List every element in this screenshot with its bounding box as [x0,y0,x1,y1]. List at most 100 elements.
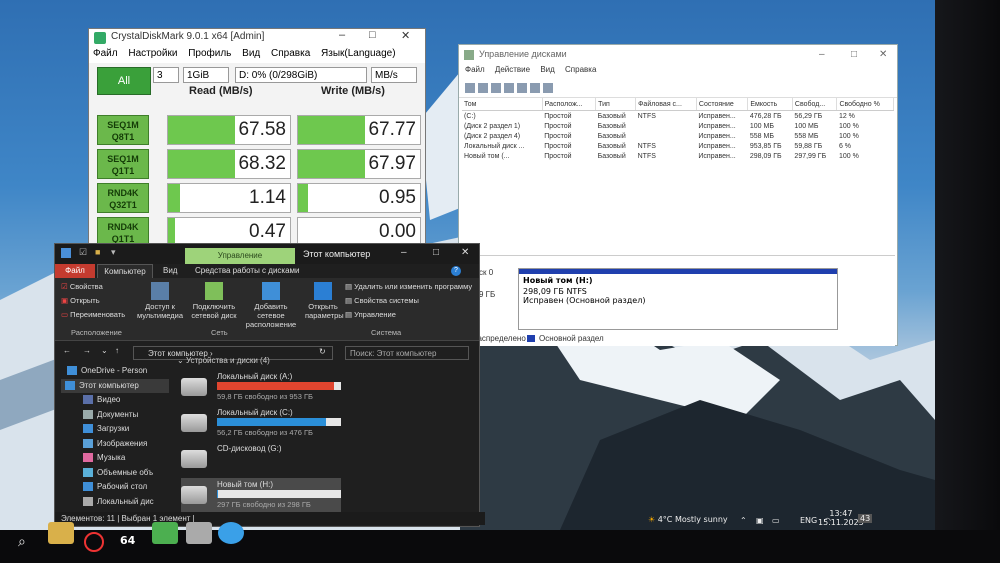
open-button[interactable]: ▣ Открыть [61,296,100,305]
unit-select[interactable]: MB/s [371,67,417,83]
nav-item[interactable]: Видео [61,393,169,408]
column-header[interactable]: Емкость [747,98,793,111]
manage-context-tab[interactable]: Управление [185,248,295,264]
nav-item[interactable]: Загрузки [61,422,169,437]
close-icon[interactable]: ✕ [461,247,469,258]
dm-menu-help[interactable]: Справка [565,65,596,74]
nav-item[interactable]: Музыка [61,451,169,466]
cdm-menu-view[interactable]: Вид [242,48,260,59]
column-header[interactable]: Том [462,98,543,111]
nav-item[interactable]: Документы [61,408,169,423]
cdm-menu-help[interactable]: Справка [271,48,310,59]
crystaldiskmark-taskbar-icon[interactable] [152,522,178,544]
notification-badge[interactable]: 43 [858,514,873,523]
recent-icon[interactable]: ⌄ [101,346,108,355]
back-icon[interactable] [465,83,475,93]
table-row[interactable]: (Диск 2 раздел 4) Простой Базовый Исправен.… [462,131,894,141]
disk-management-taskbar-icon[interactable] [186,522,212,544]
count-select[interactable]: 3 [153,67,179,83]
refresh-icon[interactable] [530,83,540,93]
nav-item[interactable]: Локальный дис [61,495,169,510]
up-icon[interactable]: ↑ [115,346,119,355]
clock[interactable]: 13:47 15.11.2025 [818,509,864,527]
maximize-icon[interactable]: □ [851,49,857,60]
table-row[interactable]: (Диск 2 раздел 1) Простой Базовый Исправен.… [462,121,894,131]
explorer-taskbar-icon[interactable] [48,522,74,544]
minimize-icon[interactable]: – [401,247,407,258]
map-drive-button[interactable]: Подключить сетевой диск [189,282,239,320]
system-properties-button[interactable]: ▤ Свойства системы [345,296,419,305]
properties-button[interactable]: ☑ Свойства [61,282,103,291]
nav-item[interactable]: OneDrive - Person [61,364,169,379]
drive-item[interactable]: Локальный диск (C:) 56,2 ГБ свободно из 4… [181,406,341,440]
dm-menu-view[interactable]: Вид [540,65,554,74]
forward-icon[interactable] [478,83,488,93]
chevron-up-icon[interactable]: ⌃ [740,516,747,525]
minimize-icon[interactable]: – [339,29,345,41]
close-icon[interactable]: ✕ [879,49,887,60]
maximize-icon[interactable]: □ [433,247,439,258]
table-row[interactable]: Локальный диск ... Простой Базовый NTFS Испр… [462,141,894,151]
add-location-button[interactable]: Добавить сетевое расположение [241,282,301,329]
column-header[interactable]: Файловая с... [635,98,697,111]
close-icon[interactable]: ✕ [401,29,410,42]
tray-app-icon[interactable]: ▣ [756,516,764,525]
weather[interactable]: ☀ 4°C Mostly sunny [648,515,728,524]
input-language[interactable]: ENG [800,516,817,525]
section-header[interactable]: ⌄ Устройства и диски (4) [177,356,270,365]
app-taskbar-icon[interactable] [218,522,244,544]
help-icon[interactable]: ? [451,266,461,276]
column-header[interactable]: Располож... [542,98,597,111]
test-button[interactable]: SEQ1M Q1T1 [97,149,149,179]
tab-computer[interactable]: Компьютер [97,264,153,279]
cpu-z-icon[interactable]: 64 [120,534,135,547]
drive-item[interactable]: CD-дисковод (G:) [181,442,341,476]
column-header[interactable]: Тип [595,98,637,111]
test-button[interactable]: SEQ1M Q8T1 [97,115,149,145]
opera-icon[interactable] [84,532,104,552]
drive-item[interactable]: Новый том (H:) 297 ГБ свободно из 298 ГБ [181,478,341,512]
minimize-icon[interactable]: – [819,49,825,60]
qat-folder-icon[interactable]: ■ [95,247,100,257]
test-button[interactable]: RND4K Q32T1 [97,183,149,213]
qat-properties-icon[interactable]: ☑ [79,247,87,258]
drive-item[interactable]: Локальный диск (A:) 59,8 ГБ свободно из 9… [181,370,341,404]
table-row[interactable]: Новый том (... Простой Базовый NTFS Исправен… [462,151,894,161]
maximize-icon[interactable]: □ [369,29,376,41]
open-settings-button[interactable]: Открыть параметры [305,282,344,320]
table-row[interactable]: (C:) Простой Базовый NTFS Исправен... 476,28 … [462,111,894,122]
tab-view[interactable]: Вид [163,266,177,275]
tab-drive-tools[interactable]: Средства работы с дисками [195,266,300,275]
column-header[interactable]: Свобод... [792,98,838,111]
media-access-button[interactable]: Доступ к мультимедиа [135,282,185,320]
cdm-menu-profile[interactable]: Профиль [188,48,231,59]
drive-select[interactable]: D: 0% (0/298GiB) [235,67,367,83]
network-icon[interactable]: ▭ [772,516,780,525]
column-header[interactable]: Состояние [696,98,749,111]
qat-dropdown-icon[interactable]: ▾ [111,247,116,258]
cdm-menu-language[interactable]: Язык(Language) [321,48,396,59]
back-icon[interactable]: ← [63,346,71,355]
dm-menu-action[interactable]: Действие [495,65,530,74]
volume-h-block[interactable]: Новый том (H:) 298,09 ГБ NTFS Исправен (… [518,268,838,330]
uninstall-button[interactable]: ▤ Удалить или изменить программу [345,282,472,291]
all-button[interactable]: All [97,67,151,95]
dm-menu-file[interactable]: Файл [465,65,485,74]
list-icon[interactable] [491,83,501,93]
size-select[interactable]: 1GiB [183,67,229,83]
rescan-icon[interactable] [543,83,553,93]
column-header[interactable]: Свободно % [836,98,894,111]
forward-icon[interactable]: → [83,346,91,355]
properties-icon[interactable] [517,83,527,93]
search-icon[interactable]: ⌕ [18,534,26,550]
rename-button[interactable]: ▭ Переименовать [61,310,125,319]
cdm-menu-settings[interactable]: Настройки [128,48,177,59]
nav-item[interactable]: Объемные объ [61,466,169,481]
cdm-menu-file[interactable]: Файл [93,48,118,59]
manage-button[interactable]: ▤ Управление [345,310,396,319]
nav-item[interactable]: Изображения [61,437,169,452]
tab-file[interactable]: Файл [55,264,95,278]
help-icon[interactable] [504,83,514,93]
nav-item[interactable]: Рабочий стол [61,480,169,495]
nav-item[interactable]: Этот компьютер [61,378,169,393]
